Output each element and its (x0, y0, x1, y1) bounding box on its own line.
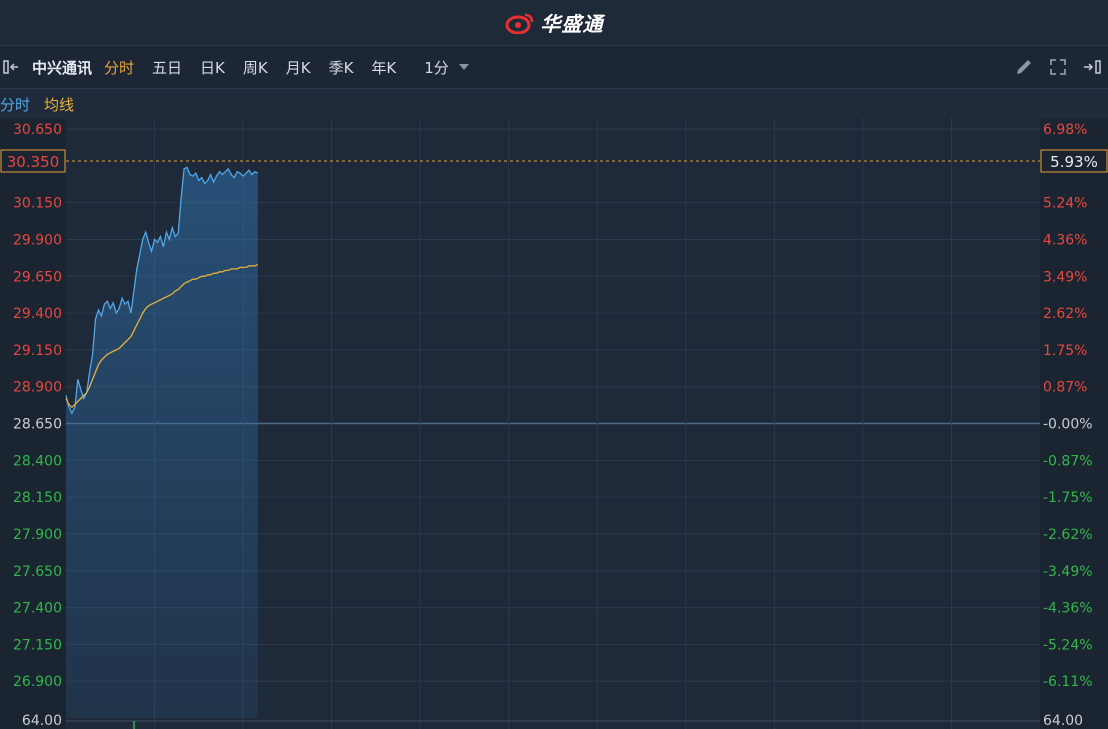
y-tick-label: 27.150 (13, 637, 62, 653)
legend-price-line: 分时 (0, 95, 31, 114)
y-tick-label: 29.150 (13, 343, 62, 359)
pct-tick-label: 2.62% (1043, 306, 1087, 322)
pct-tick-label: 3.49% (1043, 269, 1087, 285)
pct-tick-label: 5.24% (1043, 196, 1087, 212)
y-tick-label: 26.900 (13, 674, 62, 690)
pct-tick-label: 6.98% (1043, 122, 1087, 138)
toolbar-right-tools (1014, 46, 1104, 88)
pct-tick-label: 0.87% (1043, 380, 1087, 396)
interval-label: 1分 (424, 58, 449, 77)
current-price-label: 30.350 (7, 153, 60, 171)
pencil-icon[interactable] (1014, 57, 1034, 77)
brand-logo-icon (505, 13, 533, 34)
chevron-down-icon (458, 64, 469, 70)
top-bar: 华盛通 (0, 0, 1108, 46)
pct-tick-label: -5.24% (1043, 637, 1093, 653)
tab-five-day[interactable]: 五日 (152, 57, 182, 78)
y-tick-label: 30.650 (13, 122, 62, 138)
y-tick-label: 28.650 (13, 417, 62, 433)
volume-label-left: 64.00 (22, 713, 62, 729)
intraday-chart[interactable]: 30.650 30.150 29.900 29.650 29.400 29.150 28.9… (0, 118, 1108, 729)
y-tick-label: 29.400 (13, 306, 62, 322)
pct-tick-label: -1.75% (1043, 490, 1093, 506)
chart-toolbar: 中兴通讯 分时 五日 日K 周K 月K 季K 年K 1分 (0, 46, 1108, 88)
brand-name: 华盛通 (540, 12, 604, 36)
y-tick-label: 28.900 (13, 380, 62, 396)
y-tick-label: 27.400 (13, 601, 62, 617)
y-tick-label: 27.650 (13, 564, 62, 580)
stock-name: 中兴通讯 (32, 58, 93, 77)
chart-legend: 分时 均线 (0, 88, 1108, 119)
tab-weekly-k[interactable]: 周K (243, 57, 268, 78)
y-tick-label: 28.400 (13, 453, 62, 469)
legend-average-line: 均线 (44, 95, 75, 114)
brand-logo: 华盛通 (505, 8, 604, 37)
y-tick-label: 29.650 (13, 269, 62, 285)
tab-intraday[interactable]: 分时 (104, 57, 134, 78)
pct-tick-label: -3.49% (1043, 564, 1093, 580)
collapse-right-icon[interactable] (1082, 59, 1104, 75)
current-pct-label: 5.93% (1050, 153, 1098, 171)
y-tick-label: 29.900 (13, 232, 62, 248)
interval-select[interactable]: 1分 (424, 57, 469, 78)
pct-tick-label: -2.62% (1043, 527, 1093, 543)
collapse-left-icon[interactable] (0, 59, 24, 75)
tab-daily-k[interactable]: 日K (200, 57, 225, 78)
y-tick-label: 27.900 (13, 527, 62, 543)
tab-quarterly-k[interactable]: 季K (329, 57, 354, 78)
pct-tick-label: 4.36% (1043, 232, 1087, 248)
tab-monthly-k[interactable]: 月K (286, 57, 311, 78)
y-tick-label: 28.150 (13, 490, 62, 506)
pct-tick-label: -4.36% (1043, 601, 1093, 617)
volume-label-right: 64.00 (1043, 713, 1083, 729)
pct-tick-label: -0.87% (1043, 453, 1093, 469)
pct-tick-label: -0.00% (1043, 417, 1093, 433)
tab-yearly-k[interactable]: 年K (371, 57, 396, 78)
y-tick-label: 30.150 (13, 196, 62, 212)
pct-tick-label: 1.75% (1043, 343, 1087, 359)
fullscreen-icon[interactable] (1048, 57, 1068, 77)
pct-tick-label: -6.11% (1043, 674, 1093, 690)
